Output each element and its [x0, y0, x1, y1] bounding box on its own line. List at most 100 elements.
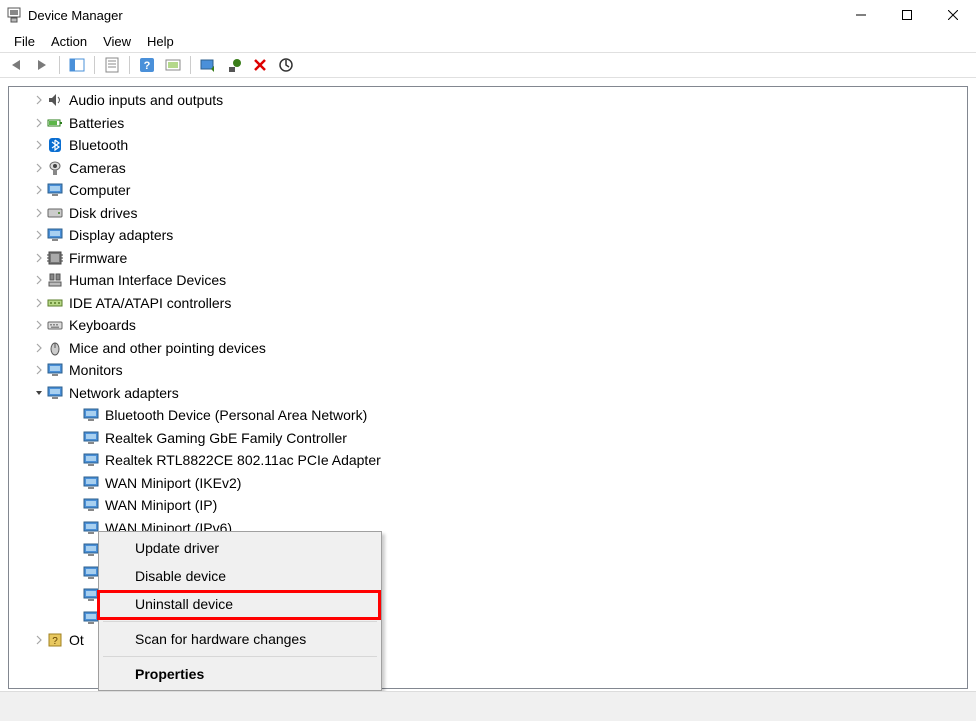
battery-icon: [47, 115, 63, 131]
chevron-right-icon[interactable]: [33, 274, 45, 286]
tree-container: Audio inputs and outputs Batteries Bluetoo…: [0, 86, 976, 721]
camera-icon: [47, 160, 63, 176]
computer-icon: [47, 182, 63, 198]
tree-node-label: WAN Miniport (IP): [105, 497, 217, 513]
tree-node-label: Network adapters: [69, 385, 179, 401]
chevron-right-icon[interactable]: [33, 634, 45, 646]
audio-icon: [47, 92, 63, 108]
tree-node-label: Cameras: [69, 160, 126, 176]
context-separator: [103, 621, 377, 622]
chevron-right-icon[interactable]: [33, 252, 45, 264]
tree-node[interactable]: Cameras: [9, 157, 967, 180]
tree-child-node[interactable]: Realtek Gaming GbE Family Controller: [9, 427, 967, 450]
tree-node[interactable]: Disk drives: [9, 202, 967, 225]
menu-help[interactable]: Help: [139, 32, 182, 50]
tree-node[interactable]: Display adapters: [9, 224, 967, 247]
tree-node[interactable]: IDE ATA/ATAPI controllers: [9, 292, 967, 315]
titlebar: Device Manager: [0, 0, 976, 30]
menu-action[interactable]: Action: [43, 32, 95, 50]
context-disable-device[interactable]: Disable device: [101, 562, 379, 590]
chevron-right-icon[interactable]: [33, 162, 45, 174]
chevron-right-icon[interactable]: [33, 117, 45, 129]
help-button[interactable]: ?: [135, 54, 159, 76]
forward-button[interactable]: [30, 54, 54, 76]
context-separator: [103, 656, 377, 657]
hid-icon: [47, 272, 63, 288]
tree-node-label: Keyboards: [69, 317, 136, 333]
tree-node[interactable]: Network adapters: [9, 382, 967, 405]
context-properties[interactable]: Properties: [101, 660, 379, 688]
window-title: Device Manager: [28, 8, 838, 23]
tree-node[interactable]: Bluetooth: [9, 134, 967, 157]
tree-node-label: Disk drives: [69, 205, 137, 221]
network-adapter-icon: [83, 430, 99, 446]
tree-node-label: Monitors: [69, 362, 123, 378]
tree-node[interactable]: Human Interface Devices: [9, 269, 967, 292]
tree-node[interactable]: Audio inputs and outputs: [9, 89, 967, 112]
properties-button[interactable]: [100, 54, 124, 76]
context-scan-hardware[interactable]: Scan for hardware changes: [101, 625, 379, 653]
tree-node-label: Mice and other pointing devices: [69, 340, 266, 356]
context-update-driver[interactable]: Update driver: [101, 534, 379, 562]
network-adapter-icon: [83, 542, 99, 558]
chevron-right-icon[interactable]: [33, 297, 45, 309]
chevron-right-icon[interactable]: [33, 139, 45, 151]
chevron-right-icon[interactable]: [33, 94, 45, 106]
chevron-right-icon[interactable]: [33, 319, 45, 331]
tree-node[interactable]: Batteries: [9, 112, 967, 135]
svg-text:?: ?: [144, 60, 151, 72]
uninstall-button[interactable]: [222, 54, 246, 76]
network-adapter-icon: [83, 497, 99, 513]
context-menu: Update driver Disable device Uninstall d…: [98, 531, 382, 691]
menu-file[interactable]: File: [6, 32, 43, 50]
maximize-button[interactable]: [884, 0, 930, 30]
tree-node[interactable]: Firmware: [9, 247, 967, 270]
menu-view[interactable]: View: [95, 32, 139, 50]
close-button[interactable]: [930, 0, 976, 30]
tree-node-label: Audio inputs and outputs: [69, 92, 223, 108]
network-adapter-icon: [83, 452, 99, 468]
minimize-button[interactable]: [838, 0, 884, 30]
disable-button[interactable]: [248, 54, 272, 76]
tree-child-node[interactable]: Bluetooth Device (Personal Area Network): [9, 404, 967, 427]
tree-node[interactable]: Keyboards: [9, 314, 967, 337]
status-bar: [0, 691, 976, 721]
tree-child-node[interactable]: WAN Miniport (IKEv2): [9, 472, 967, 495]
ide-icon: [47, 295, 63, 311]
tree-node[interactable]: Monitors: [9, 359, 967, 382]
window-controls: [838, 0, 976, 30]
tree-node-label: Batteries: [69, 115, 124, 131]
tree-child-node[interactable]: Realtek RTL8822CE 802.11ac PCIe Adapter: [9, 449, 967, 472]
tree-node-label: Firmware: [69, 250, 127, 266]
tree-node-label: Human Interface Devices: [69, 272, 226, 288]
chevron-right-icon[interactable]: [33, 229, 45, 241]
back-button[interactable]: [4, 54, 28, 76]
tree-node-label: Computer: [69, 182, 130, 198]
tree-node[interactable]: Mice and other pointing devices: [9, 337, 967, 360]
tree-child-node[interactable]: WAN Miniport (IP): [9, 494, 967, 517]
keyboard-icon: [47, 317, 63, 333]
chevron-down-icon[interactable]: [33, 387, 45, 399]
update-driver-button[interactable]: [196, 54, 220, 76]
tree-node-label: WAN Miniport (IKEv2): [105, 475, 241, 491]
toolbar-separator: [129, 56, 130, 74]
enable-button[interactable]: [274, 54, 298, 76]
toolbar-separator: [94, 56, 95, 74]
tree-node-label: Ot: [69, 632, 84, 648]
scan-hardware-button[interactable]: [161, 54, 185, 76]
tree-node-label: Realtek Gaming GbE Family Controller: [105, 430, 347, 446]
menubar: File Action View Help: [0, 30, 976, 52]
svg-text:?: ?: [52, 636, 58, 647]
tree-node-label: IDE ATA/ATAPI controllers: [69, 295, 231, 311]
network-adapter-icon: [83, 475, 99, 491]
tree-node-label: Bluetooth: [69, 137, 128, 153]
chevron-right-icon[interactable]: [33, 207, 45, 219]
chevron-right-icon[interactable]: [33, 364, 45, 376]
monitor-icon: [47, 362, 63, 378]
chevron-right-icon[interactable]: [33, 342, 45, 354]
chevron-right-icon[interactable]: [33, 184, 45, 196]
firmware-icon: [47, 250, 63, 266]
tree-node[interactable]: Computer: [9, 179, 967, 202]
show-hide-console-button[interactable]: [65, 54, 89, 76]
context-uninstall-device[interactable]: Uninstall device: [101, 590, 379, 618]
